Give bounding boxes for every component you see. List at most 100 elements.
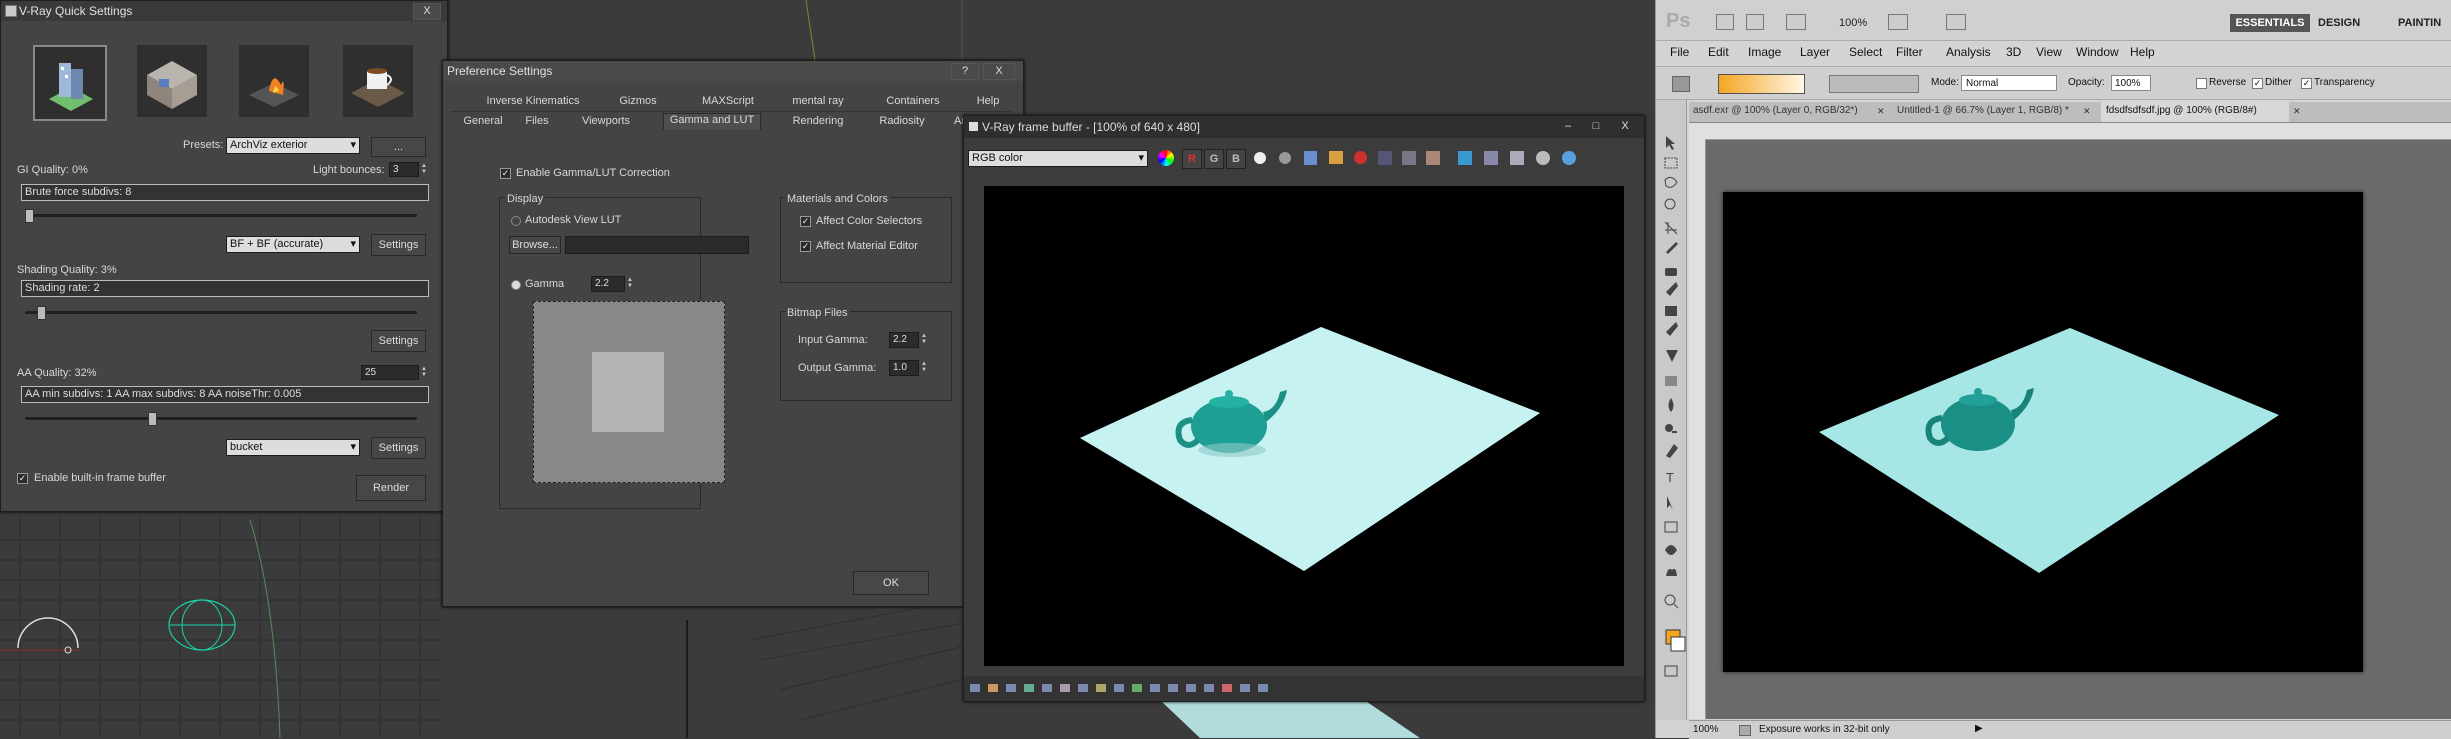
menu-layer[interactable]: Layer xyxy=(1800,45,1830,59)
transparency-checkbox[interactable]: ✓ xyxy=(2301,78,2312,89)
info-icon[interactable] xyxy=(1562,151,1576,165)
zoom-level[interactable]: 100% xyxy=(1839,17,1867,29)
history-icon[interactable] xyxy=(1536,151,1550,165)
render-button[interactable]: Render xyxy=(356,475,426,501)
ok-button[interactable]: OK xyxy=(853,571,929,595)
aa-value-field[interactable]: 25 xyxy=(361,365,419,380)
menu-3d[interactable]: 3D xyxy=(2006,45,2021,59)
arrange-docs-icon[interactable] xyxy=(1888,14,1908,30)
corrections-icon[interactable] xyxy=(1484,151,1498,165)
menu-filter[interactable]: Filter xyxy=(1896,45,1923,59)
reverse-checkbox[interactable] xyxy=(2196,78,2207,89)
doc-tab-asdf[interactable]: asdf.exr @ 100% (Layer 0, RGB/32*) xyxy=(1693,105,1858,116)
save-icon[interactable] xyxy=(1304,151,1317,165)
render-image[interactable] xyxy=(984,186,1624,666)
browse-button[interactable]: Browse... xyxy=(509,236,561,254)
affect-material-checkbox[interactable]: ✓ xyxy=(800,241,811,252)
clear-icon[interactable] xyxy=(1354,151,1367,164)
shading-slider-knob[interactable] xyxy=(37,306,46,320)
aa-quality-slider[interactable] xyxy=(25,412,417,426)
tab-inverse-kinematics[interactable]: Inverse Kinematics xyxy=(473,95,593,107)
duplicate-icon[interactable] xyxy=(1378,151,1392,165)
light-bounces-spinner[interactable]: ▲ ▼ xyxy=(421,163,427,175)
vfb-title-bar[interactable]: V-Ray frame buffer - [100% of 640 x 480] xyxy=(964,116,1644,138)
status-zoom[interactable]: 100% xyxy=(1693,724,1719,735)
presets-more-button[interactable]: ... xyxy=(371,137,426,157)
preset-exterior-icon[interactable] xyxy=(33,45,107,121)
blue-channel-button[interactable]: B xyxy=(1226,149,1246,169)
tab-help[interactable]: Help xyxy=(963,95,1013,107)
enable-fb-checkbox[interactable]: ✓ xyxy=(17,473,28,484)
screen-mode-icon[interactable] xyxy=(1946,14,1966,30)
close-button[interactable]: X xyxy=(413,3,441,20)
shading-quality-slider[interactable] xyxy=(25,306,417,320)
close-button[interactable]: X xyxy=(983,63,1015,80)
channel-dropdown[interactable]: RGB color ▾ xyxy=(968,150,1148,167)
output-gamma-spinner[interactable]: ▲ ▼ xyxy=(921,361,927,373)
menu-window[interactable]: Window xyxy=(2076,45,2119,59)
tab-maxscript[interactable]: MAXScript xyxy=(683,95,773,107)
bridge-icon[interactable] xyxy=(1716,14,1734,30)
menu-select[interactable]: Select xyxy=(1849,45,1882,59)
lut-icon[interactable] xyxy=(1510,151,1524,165)
enable-gamma-checkbox[interactable]: ✓ xyxy=(500,168,511,179)
tab-files[interactable]: Files xyxy=(515,115,559,127)
dither-checkbox[interactable]: ✓ xyxy=(2252,78,2263,89)
gradient-tool-preset-icon[interactable] xyxy=(1672,76,1690,92)
tab-gamma-and-lut[interactable]: Gamma and LUT xyxy=(663,113,761,130)
tab-containers[interactable]: Containers xyxy=(863,95,963,107)
input-gamma-spinner[interactable]: ▲ ▼ xyxy=(921,333,927,345)
workspace-painting[interactable]: PAINTIN xyxy=(2398,17,2441,29)
gi-engine-dropdown[interactable]: BF + BF (accurate) ▾ xyxy=(226,236,360,253)
preset-fire-icon[interactable] xyxy=(239,45,309,117)
document-canvas-area[interactable] xyxy=(1706,140,2451,719)
mini-bridge-icon[interactable] xyxy=(1746,14,1764,30)
shading-settings-button[interactable]: Settings xyxy=(371,330,426,352)
aa-value-spinner[interactable]: ▲ ▼ xyxy=(421,366,427,378)
open-folder-icon[interactable] xyxy=(1329,151,1343,164)
tab-gizmos[interactable]: Gizmos xyxy=(603,95,673,107)
close-icon[interactable]: ✕ xyxy=(2083,106,2091,117)
mode-dropdown[interactable]: Normal xyxy=(1961,75,2057,91)
track-mouse-icon[interactable] xyxy=(1402,151,1416,165)
presets-dropdown[interactable]: ArchViz exterior ▾ xyxy=(226,137,360,154)
menu-file[interactable]: File xyxy=(1670,45,1689,59)
gamma-radio[interactable] xyxy=(511,280,521,290)
gamma-field[interactable]: 2.2 xyxy=(591,276,625,292)
close-icon[interactable]: ✕ xyxy=(1877,106,1885,117)
workspace-design[interactable]: DESIGN xyxy=(2318,17,2360,29)
tab-general[interactable]: General xyxy=(457,115,509,127)
tool-icons[interactable]: T xyxy=(1656,100,1686,720)
status-info-icon[interactable] xyxy=(1739,725,1751,736)
lens-effects-icon[interactable] xyxy=(1458,151,1472,165)
gamma-spinner[interactable]: ▲ ▼ xyxy=(627,277,633,289)
affect-color-checkbox[interactable]: ✓ xyxy=(800,216,811,227)
menu-help[interactable]: Help xyxy=(2130,45,2155,59)
input-gamma-field[interactable]: 2.2 xyxy=(889,332,919,348)
green-channel-button[interactable]: G xyxy=(1204,149,1224,169)
tab-mental-ray[interactable]: mental ray xyxy=(773,95,863,107)
help-button[interactable]: ? xyxy=(951,63,979,80)
mono-icon[interactable] xyxy=(1279,152,1291,164)
aa-slider-knob[interactable] xyxy=(148,412,157,426)
vray-quick-title-bar[interactable]: V-Ray Quick Settings xyxy=(1,1,447,21)
region-render-icon[interactable] xyxy=(1426,151,1440,165)
status-menu-arrow[interactable]: ▶ xyxy=(1975,723,1983,734)
aa-sampler-dropdown[interactable]: bucket ▾ xyxy=(226,439,360,456)
gi-quality-slider[interactable] xyxy=(25,209,417,223)
prefs-title-bar[interactable]: Preference Settings xyxy=(443,61,1023,81)
view-extras-icon[interactable] xyxy=(1786,14,1806,30)
tab-radiosity[interactable]: Radiosity xyxy=(867,115,937,127)
autodesk-lut-radio[interactable] xyxy=(511,216,521,226)
color-wheel-icon[interactable] xyxy=(1158,150,1174,166)
menu-image[interactable]: Image xyxy=(1748,45,1781,59)
minimize-button[interactable]: – xyxy=(1556,118,1580,135)
preset-cup-icon[interactable] xyxy=(343,45,413,117)
preset-interior-icon[interactable] xyxy=(137,45,207,117)
red-channel-button[interactable]: R xyxy=(1182,149,1202,169)
output-gamma-field[interactable]: 1.0 xyxy=(889,360,919,376)
opacity-field[interactable]: 100% xyxy=(2111,75,2151,91)
menu-view[interactable]: View xyxy=(2036,45,2062,59)
aa-settings-button[interactable]: Settings xyxy=(371,437,426,459)
menu-edit[interactable]: Edit xyxy=(1708,45,1729,59)
